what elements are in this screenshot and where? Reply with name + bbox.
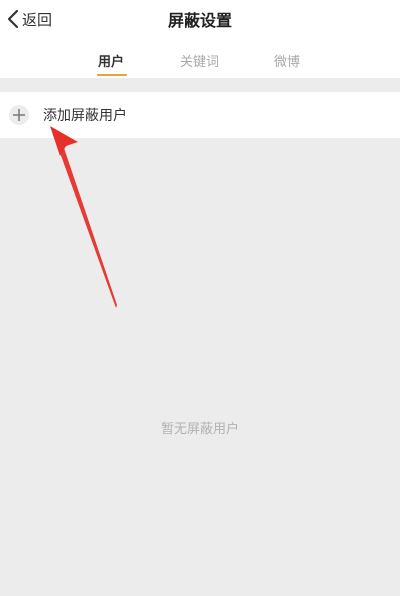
add-blocked-user-button[interactable]: 添加屏蔽用户 <box>0 92 400 138</box>
tab-users[interactable]: 用户 <box>98 51 124 70</box>
page-title: 屏蔽设置 <box>167 11 232 30</box>
navbar: 返回 屏蔽设置 <box>0 0 400 40</box>
tab-weibo[interactable]: 微博 <box>274 51 300 70</box>
plus-icon <box>9 105 29 125</box>
red-arrow-annotation <box>50 126 117 308</box>
tab-keywords[interactable]: 关键词 <box>180 51 219 70</box>
screen: 返回 屏蔽设置 用户 关键词 微博 添加屏蔽用户 暂无屏蔽用户 <box>0 0 400 596</box>
active-tab-indicator <box>97 74 127 76</box>
tab-bar: 用户 关键词 微博 <box>0 46 400 78</box>
add-blocked-user-label: 添加屏蔽用户 <box>43 108 127 124</box>
empty-state-text: 暂无屏蔽用户 <box>160 422 239 437</box>
header: 返回 屏蔽设置 用户 关键词 微博 <box>0 0 400 78</box>
